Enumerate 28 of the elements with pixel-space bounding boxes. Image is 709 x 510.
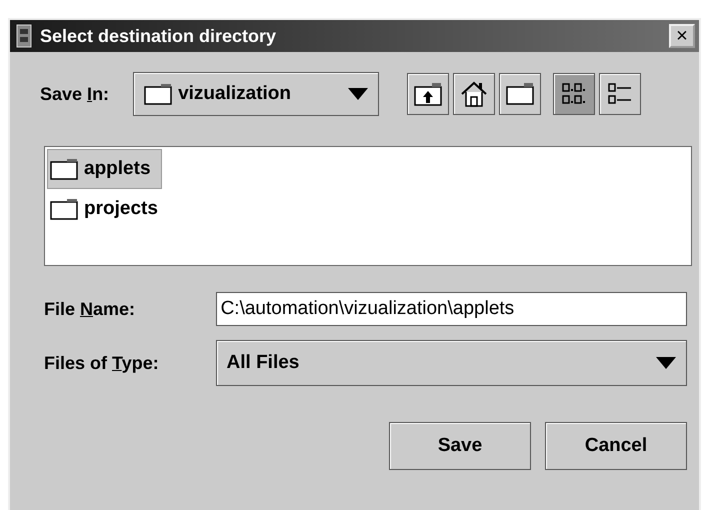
file-name-field[interactable]: C:\automation\vizualization\applets — [216, 292, 687, 326]
save-in-label: Save In: — [40, 84, 110, 104]
caret-icon — [656, 357, 676, 369]
file-type-label: Files of Type: — [44, 352, 159, 372]
toolbar-button[interactable] — [553, 73, 596, 115]
folder-item[interactable]: applets — [47, 149, 162, 189]
save-in-dropdown[interactable]: vizualization — [133, 72, 380, 116]
toolbar-button[interactable] — [499, 73, 542, 115]
home-icon — [460, 80, 488, 108]
cancel-button[interactable]: Cancel — [545, 422, 687, 470]
folder-icon — [50, 198, 78, 220]
file-type-dropdown[interactable]: All Files — [216, 340, 687, 386]
toolbar-button[interactable] — [453, 73, 496, 115]
file-name-label: File Name: — [44, 298, 136, 318]
toolbar-button[interactable] — [407, 73, 450, 115]
folder-icon — [505, 82, 536, 106]
window-menu-icon — [16, 24, 32, 48]
up-folder-icon — [413, 81, 444, 107]
window-title: Select destination directory — [40, 26, 278, 46]
close-button[interactable]: × — [669, 24, 695, 48]
toolbar-button[interactable] — [599, 73, 642, 115]
list-view-icon — [561, 81, 588, 107]
caret-icon — [348, 88, 368, 100]
details-view-icon — [607, 81, 634, 107]
folder-item[interactable]: projects — [47, 189, 169, 229]
folder-icon — [144, 83, 172, 105]
folder-icon — [50, 158, 78, 180]
save-button[interactable]: Save — [389, 422, 531, 470]
